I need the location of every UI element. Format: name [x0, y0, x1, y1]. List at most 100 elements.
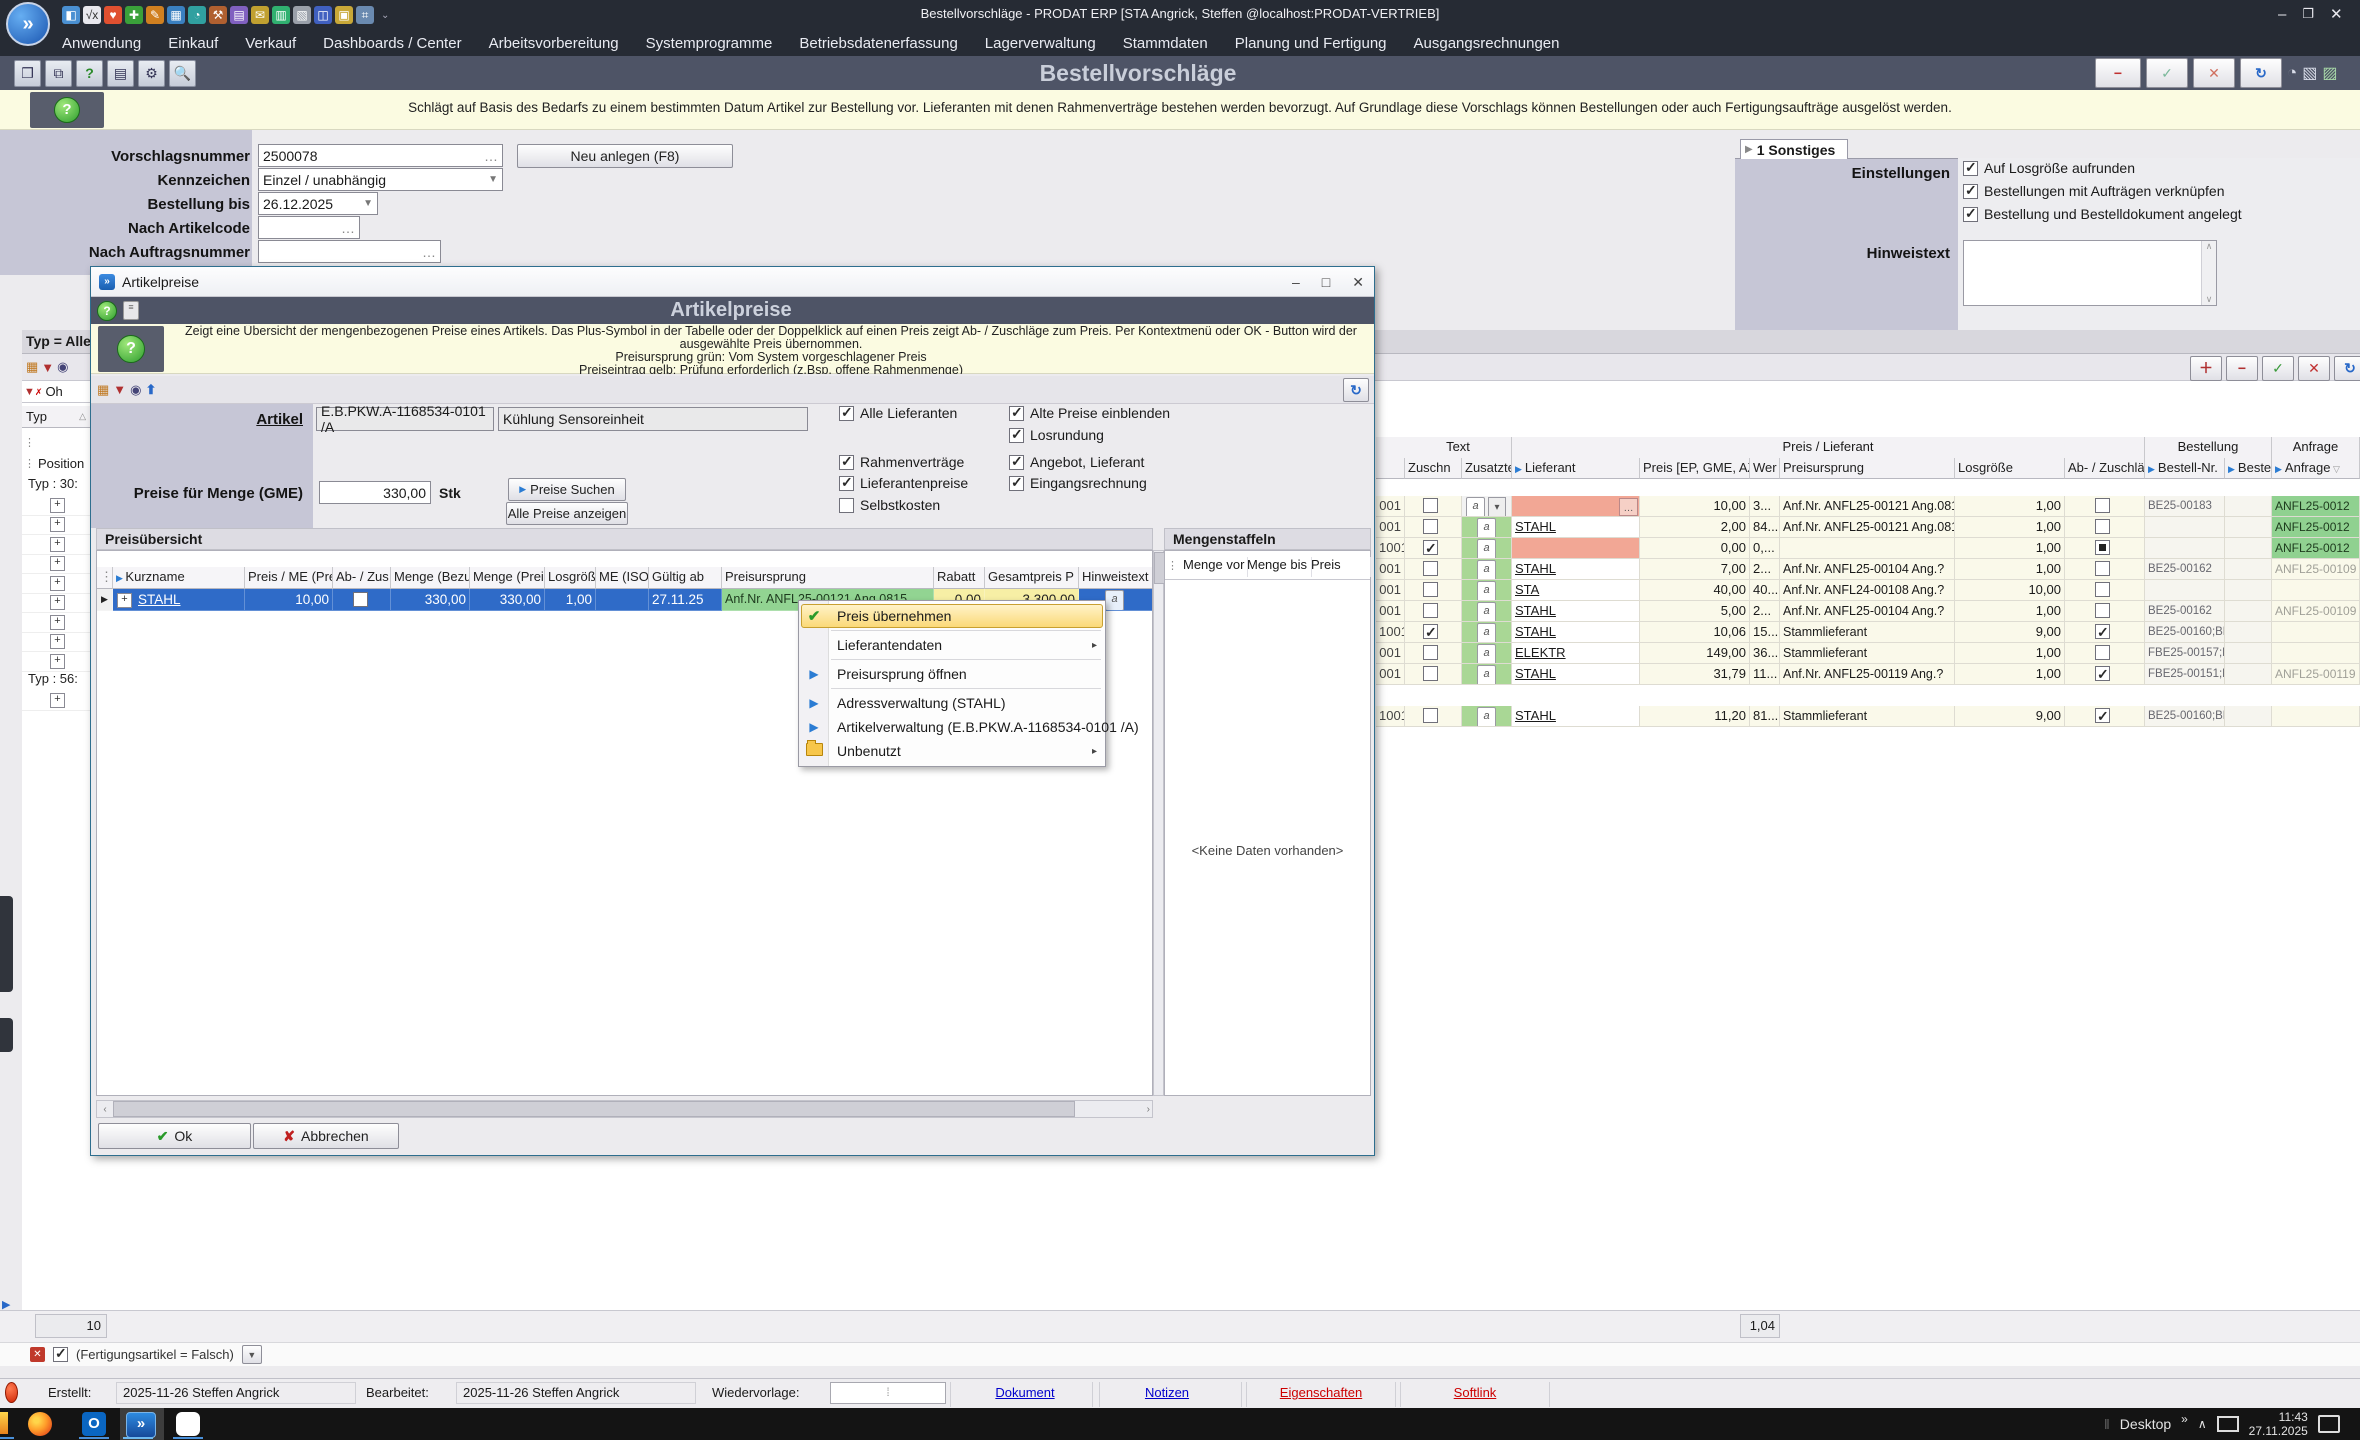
- add-icon[interactable]: ✚: [125, 6, 143, 24]
- taskbar-app-prodat[interactable]: »: [126, 1412, 156, 1438]
- table-row[interactable]: 001aSTAHL2,0084...Anf.Nr. ANFL25-00121 A…: [1376, 517, 2360, 538]
- text-badge-icon[interactable]: a: [1477, 539, 1496, 559]
- menu-planung-und-fertigung[interactable]: Planung und Fertigung: [1235, 35, 1387, 52]
- columns-icon[interactable]: ◫: [314, 6, 332, 24]
- artikel-nr-input[interactable]: E.B.PKW.A-1168534-0101 /A: [316, 407, 494, 431]
- favorite-icon[interactable]: ♥: [104, 6, 122, 24]
- link-notizen[interactable]: Notizen: [1145, 1385, 1189, 1400]
- checkbox[interactable]: [1423, 561, 1438, 576]
- close-icon[interactable]: ✕: [2330, 5, 2343, 23]
- notification-icon[interactable]: [2318, 1415, 2340, 1433]
- checkbox[interactable]: [2095, 645, 2110, 660]
- menu-einkauf[interactable]: Einkauf: [168, 35, 218, 52]
- context-menu-item[interactable]: Lieferantendaten▸: [799, 633, 1105, 657]
- tree-row[interactable]: ⋮: [22, 434, 90, 453]
- tree-tab[interactable]: Typ = Alle: [26, 333, 90, 353]
- hinweistext-textarea[interactable]: ∧ ∨: [1963, 240, 2217, 306]
- menu-systemprogramme[interactable]: Systemprogramme: [646, 35, 773, 52]
- close-icon[interactable]: ✕: [1352, 274, 1364, 291]
- grid-column-header[interactable]: Wer: [1750, 458, 1780, 479]
- banner-help-icon[interactable]: ?: [30, 92, 104, 128]
- context-menu-item[interactable]: ▶Preisursprung öffnen: [799, 662, 1105, 686]
- preis-cell[interactable]: 11,20: [1640, 706, 1750, 727]
- lieferant-cell[interactable]: STAHL: [1512, 559, 1640, 580]
- price-table-column-header[interactable]: ▶ Kurzname: [113, 567, 245, 589]
- dialog-help-icon[interactable]: ?: [98, 326, 164, 372]
- lieferant-cell[interactable]: STAHL: [1512, 622, 1640, 643]
- tree-group-row[interactable]: Typ : 56:: [28, 671, 90, 690]
- checkbox[interactable]: [2095, 519, 2110, 534]
- menu-betriebsdatenerfassung[interactable]: Betriebsdatenerfassung: [799, 35, 957, 52]
- vorschlagsnummer-input[interactable]: 2500078 …: [258, 144, 503, 167]
- chevron-down-icon[interactable]: ▾: [1488, 497, 1506, 517]
- artikel-label[interactable]: Artikel: [111, 411, 303, 428]
- checkbox[interactable]: [1423, 645, 1438, 660]
- scroll-up-icon[interactable]: ∧: [2202, 241, 2216, 252]
- ellipsis-icon[interactable]: …: [422, 244, 436, 260]
- tray-expand-icon[interactable]: ∧: [2198, 1417, 2207, 1431]
- nach-artikelcode-input[interactable]: …: [258, 216, 360, 239]
- minimize-icon[interactable]: –: [1292, 274, 1300, 290]
- zuschnitt-cell[interactable]: [1405, 664, 1462, 685]
- bestellung-bis-select[interactable]: 26.12.2025 ▼: [258, 192, 378, 215]
- tools-icon[interactable]: ⚒: [209, 6, 227, 24]
- lieferant-cell[interactable]: [1512, 538, 1640, 559]
- losgroesse-cell[interactable]: 1,00: [1955, 517, 2065, 538]
- box-icon[interactable]: ▧: [293, 6, 311, 24]
- price-table-column-header[interactable]: Ab- / Zus: [333, 567, 391, 589]
- text-badge-icon[interactable]: a: [1477, 644, 1496, 664]
- tray-chevron-icon[interactable]: »: [2181, 1412, 2188, 1426]
- expand-icon[interactable]: +: [50, 693, 65, 708]
- lieferant-cell[interactable]: STAHL: [1512, 664, 1640, 685]
- eye-icon[interactable]: ◉: [57, 359, 68, 375]
- expand-icon[interactable]: +: [50, 517, 65, 532]
- price-table-column-header[interactable]: Rabatt: [934, 567, 985, 589]
- menu-arbeitsvorbereitung[interactable]: Arbeitsvorbereitung: [489, 35, 619, 52]
- prodat-logo-icon[interactable]: »: [6, 2, 50, 46]
- dialog-titlebar[interactable]: » Artikelpreise: [91, 267, 1374, 297]
- package-out-icon[interactable]: ▨: [2322, 63, 2337, 83]
- ellipsis-icon[interactable]: …: [341, 220, 355, 236]
- ab-zuschlag-cell[interactable]: [333, 589, 391, 611]
- cancel-button[interactable]: ✕: [2193, 58, 2235, 88]
- tree-row[interactable]: +: [22, 613, 90, 633]
- tree-row[interactable]: +: [22, 535, 90, 555]
- table-row[interactable]: 001aSTAHL5,002...Anf.Nr. ANFL25-00104 An…: [1376, 601, 2360, 622]
- remove-row-button[interactable]: −: [2226, 356, 2258, 381]
- table-row[interactable]: 1001aSTAHL10,0615...Stammlieferant9,00BE…: [1376, 622, 2360, 643]
- checkbox[interactable]: [2095, 540, 2110, 555]
- resubmission-input[interactable]: ⁞: [830, 1382, 946, 1404]
- clipboard-icon[interactable]: ≡: [123, 301, 139, 320]
- checkbox[interactable]: [839, 498, 854, 513]
- expand-icon[interactable]: +: [50, 595, 65, 610]
- tree-row[interactable]: +: [22, 691, 90, 711]
- menu-anwendung[interactable]: Anwendung: [62, 35, 141, 52]
- taskbar-partial-icon[interactable]: [0, 1412, 8, 1434]
- help-icon[interactable]: ?: [97, 301, 117, 321]
- context-menu-item[interactable]: Unbenutzt▸: [799, 739, 1105, 763]
- textarea-scrollbar[interactable]: ∧ ∨: [2201, 241, 2216, 305]
- ab-zuschlag-cell[interactable]: [2065, 517, 2145, 538]
- checkbox[interactable]: [1423, 582, 1438, 597]
- expand-icon[interactable]: +: [50, 537, 65, 552]
- zuschnitt-cell[interactable]: [1405, 517, 1462, 538]
- discard-button[interactable]: ✕: [2298, 356, 2330, 381]
- tree-column-header[interactable]: Typ △: [22, 406, 90, 428]
- losgroesse-cell[interactable]: 10,00: [1955, 580, 2065, 601]
- taskbar-app-outlook[interactable]: O: [82, 1412, 106, 1436]
- text-badge-icon[interactable]: a: [1466, 497, 1485, 517]
- menu-stammdaten[interactable]: Stammdaten: [1123, 35, 1208, 52]
- link-dokument[interactable]: Dokument: [995, 1385, 1054, 1400]
- expand-icon[interactable]: +: [117, 593, 132, 608]
- checkbox[interactable]: [1009, 406, 1024, 421]
- clock-icon[interactable]: ◔: [2287, 63, 2297, 83]
- lieferant-cell[interactable]: STAHL: [1512, 517, 1640, 538]
- outlook-icon[interactable]: O: [82, 1412, 106, 1436]
- context-menu-item[interactable]: ▶Artikelverwaltung (E.B.PKW.A-1168534-01…: [799, 715, 1105, 739]
- losgroesse-cell[interactable]: 1,00: [1955, 538, 2065, 559]
- lieferant-link[interactable]: STA: [1515, 582, 1539, 597]
- checkbox[interactable]: [2095, 603, 2110, 618]
- tree-row[interactable]: +: [22, 554, 90, 574]
- package-icon[interactable]: ▧: [2302, 63, 2317, 83]
- checkbox[interactable]: [1009, 476, 1024, 491]
